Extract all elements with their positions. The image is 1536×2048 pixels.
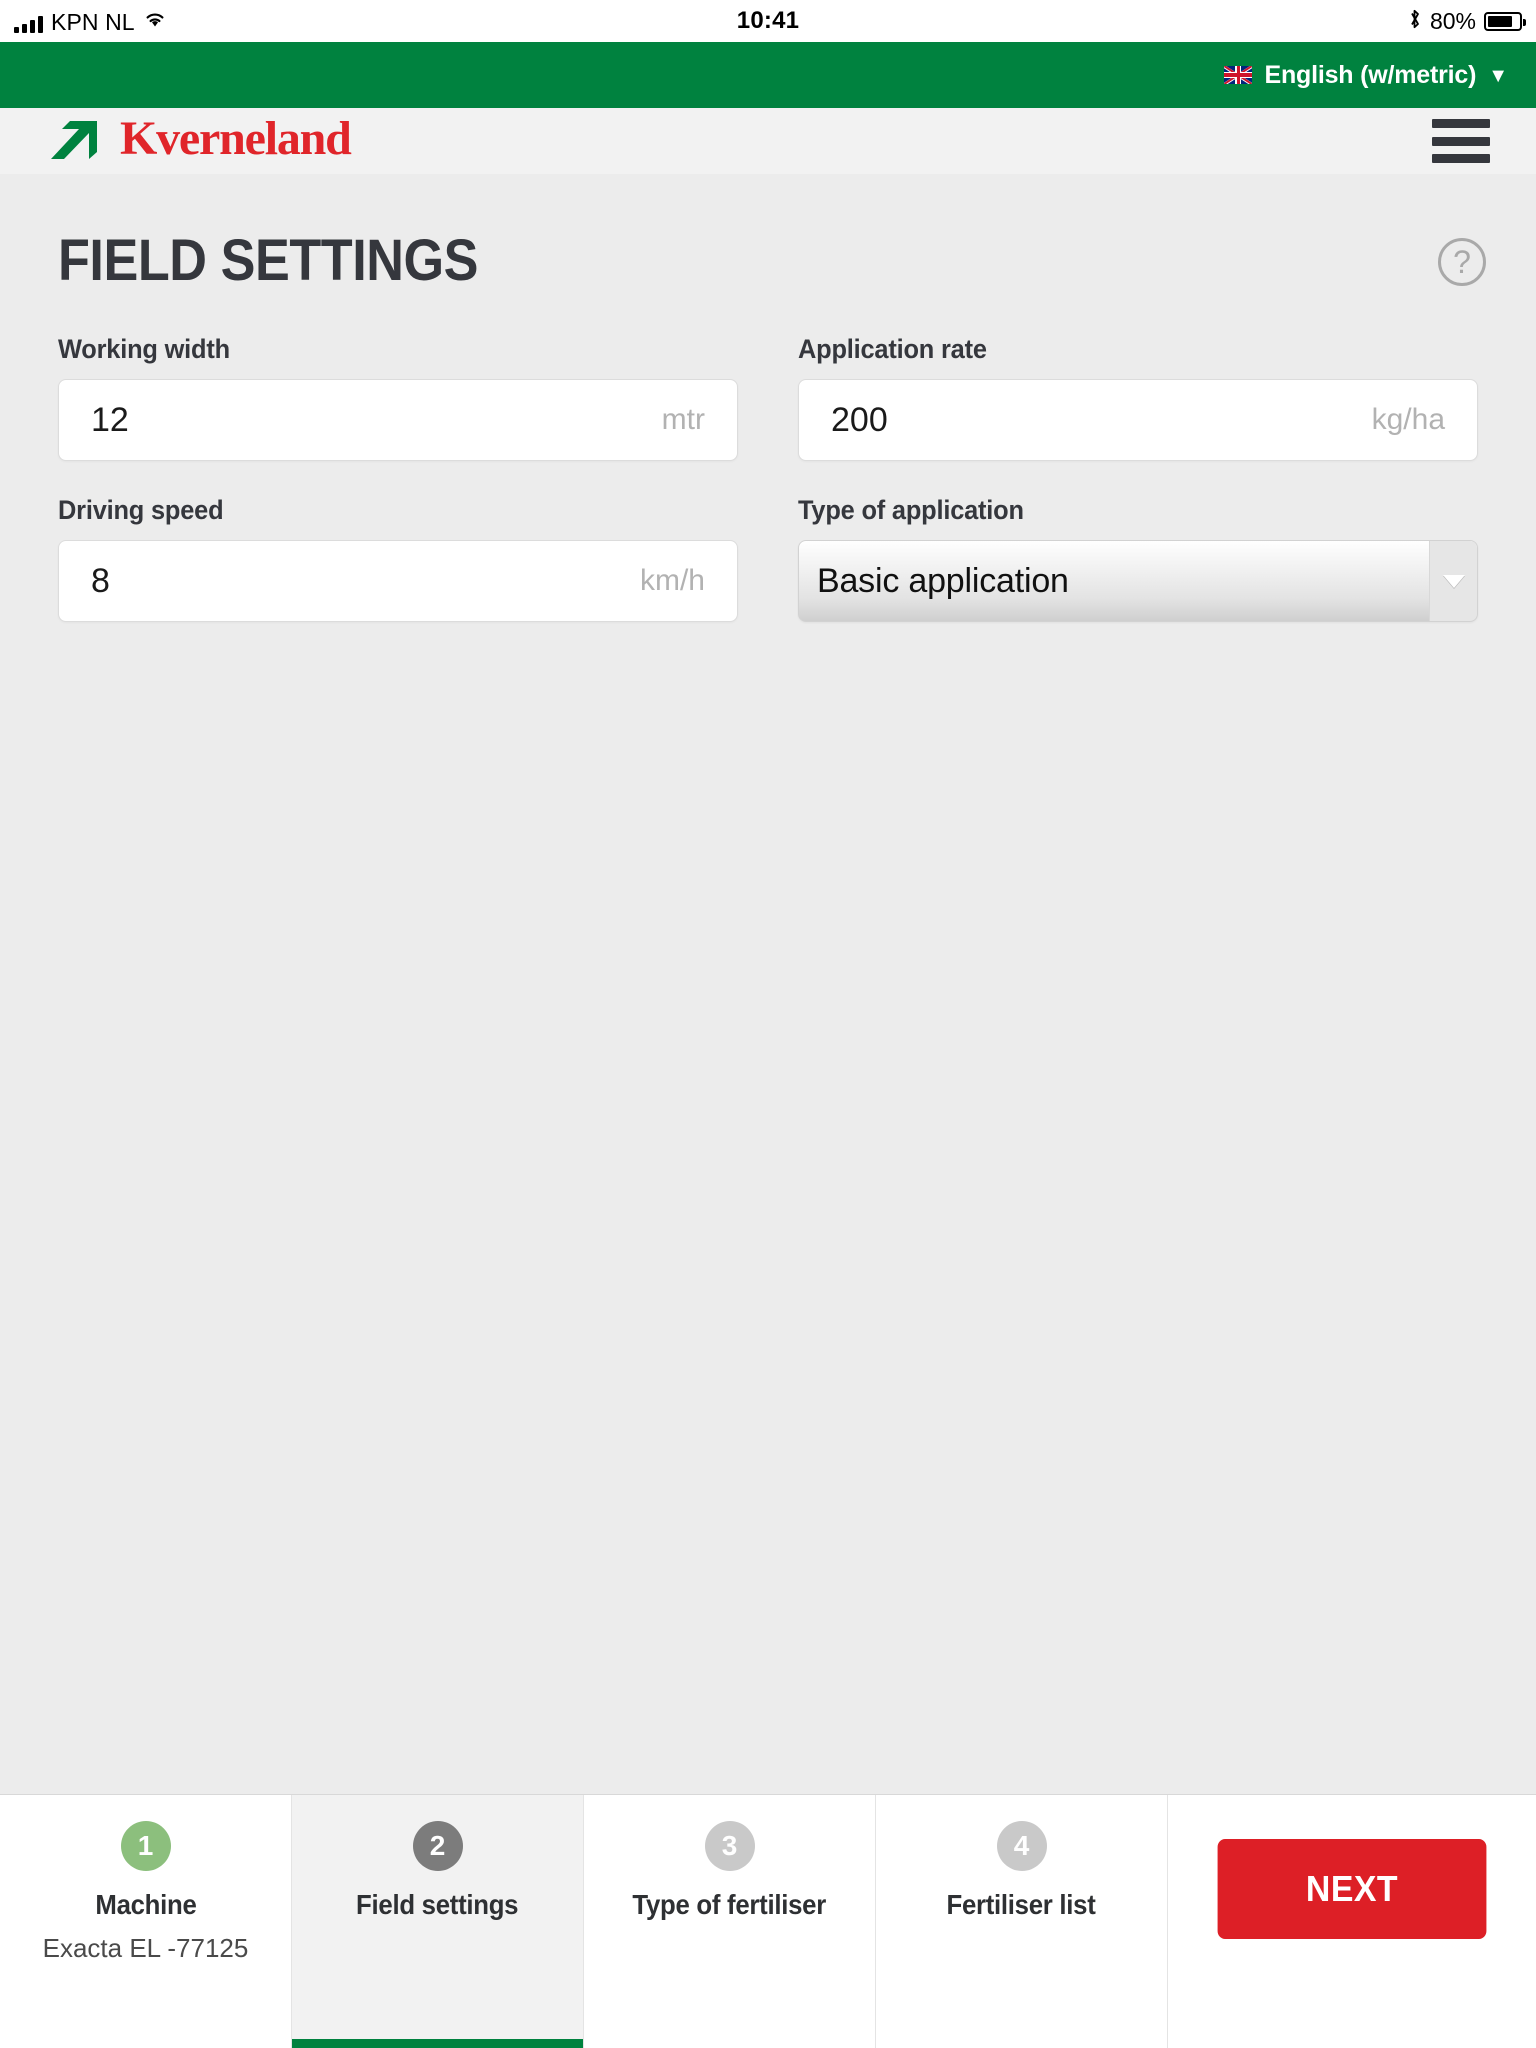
brand-logo[interactable]: Kverneland xyxy=(48,108,352,174)
field-driving-speed: Driving speed km/h xyxy=(58,495,738,656)
step-number-badge: 1 xyxy=(120,1821,171,1871)
field-label-type-of-application: Type of application xyxy=(798,495,1024,525)
language-label: English (w/metric) xyxy=(1264,60,1477,89)
next-button-zone: NEXT xyxy=(1168,1795,1536,2048)
step-type-of-fertiliser[interactable]: 3 Type of fertiliser xyxy=(584,1795,876,2048)
working-width-input[interactable] xyxy=(59,400,737,440)
type-of-application-select[interactable]: Basic application xyxy=(798,540,1478,622)
main-content: FIELD SETTINGS ? Working width mtr Appli… xyxy=(0,174,1536,1794)
field-label-working-width: Working width xyxy=(58,334,230,364)
step-label: Machine xyxy=(94,1889,197,1920)
field-settings-form: Working width mtr Application rate kg/ha… xyxy=(58,334,1478,656)
help-question-icon[interactable]: ? xyxy=(1438,238,1486,286)
field-application-rate: Application rate kg/ha xyxy=(798,334,1478,495)
field-working-width: Working width mtr xyxy=(58,334,738,495)
chevron-down-icon[interactable] xyxy=(1429,541,1477,621)
step-label: Field settings xyxy=(356,1889,519,1920)
step-field-settings[interactable]: 2 Field settings xyxy=(292,1795,584,2048)
step-sublabel: Exacta EL -77125 xyxy=(42,1933,249,1963)
wizard-step-bar: 1 Machine Exacta EL -77125 2 Field setti… xyxy=(0,1794,1536,2048)
type-of-application-value: Basic application xyxy=(817,561,1069,600)
application-rate-input-wrap[interactable]: kg/ha xyxy=(798,379,1478,461)
chevron-down-icon: ▼ xyxy=(1488,65,1508,87)
language-bar: English (w/metric) ▼ xyxy=(0,42,1536,108)
kverneland-arrow-logo xyxy=(48,112,106,170)
uk-flag-icon xyxy=(1224,66,1253,84)
page-title: FIELD SETTINGS xyxy=(58,228,479,293)
step-number-badge: 3 xyxy=(704,1821,755,1871)
next-button[interactable]: NEXT xyxy=(1217,1839,1487,1939)
field-type-of-application: Type of application Basic application xyxy=(798,495,1478,656)
step-label: Fertiliser list xyxy=(946,1889,1097,1920)
app-screen: KPN NL 10:41 80% English (w/metric) ▼ Kv… xyxy=(0,0,1536,2048)
app-header: Kverneland xyxy=(0,108,1536,174)
field-label-driving-speed: Driving speed xyxy=(58,495,224,525)
driving-speed-input[interactable] xyxy=(59,561,737,601)
battery-percent: 80% xyxy=(1429,7,1476,34)
status-bar-right: 80% xyxy=(1408,7,1526,35)
step-number-badge: 4 xyxy=(996,1821,1047,1871)
working-width-input-wrap[interactable]: mtr xyxy=(58,379,738,461)
field-label-application-rate: Application rate xyxy=(798,334,987,364)
status-bar-clock: 10:41 xyxy=(736,7,800,34)
driving-speed-unit: km/h xyxy=(639,564,705,597)
ios-status-bar: KPN NL 10:41 80% xyxy=(0,0,1536,42)
step-machine[interactable]: 1 Machine Exacta EL -77125 xyxy=(0,1795,292,2048)
hamburger-menu-icon[interactable] xyxy=(1432,119,1490,163)
driving-speed-input-wrap[interactable]: km/h xyxy=(58,540,738,622)
working-width-unit: mtr xyxy=(661,403,705,436)
application-rate-unit: kg/ha xyxy=(1371,403,1445,436)
brand-name: Kverneland xyxy=(120,112,352,165)
language-selector[interactable]: English (w/metric) ▼ xyxy=(1224,61,1536,90)
battery-icon xyxy=(1484,11,1526,31)
step-label: Type of fertiliser xyxy=(632,1889,827,1920)
bluetooth-icon xyxy=(1408,8,1422,35)
step-fertiliser-list[interactable]: 4 Fertiliser list xyxy=(876,1795,1168,2048)
step-number-badge: 2 xyxy=(412,1821,463,1871)
